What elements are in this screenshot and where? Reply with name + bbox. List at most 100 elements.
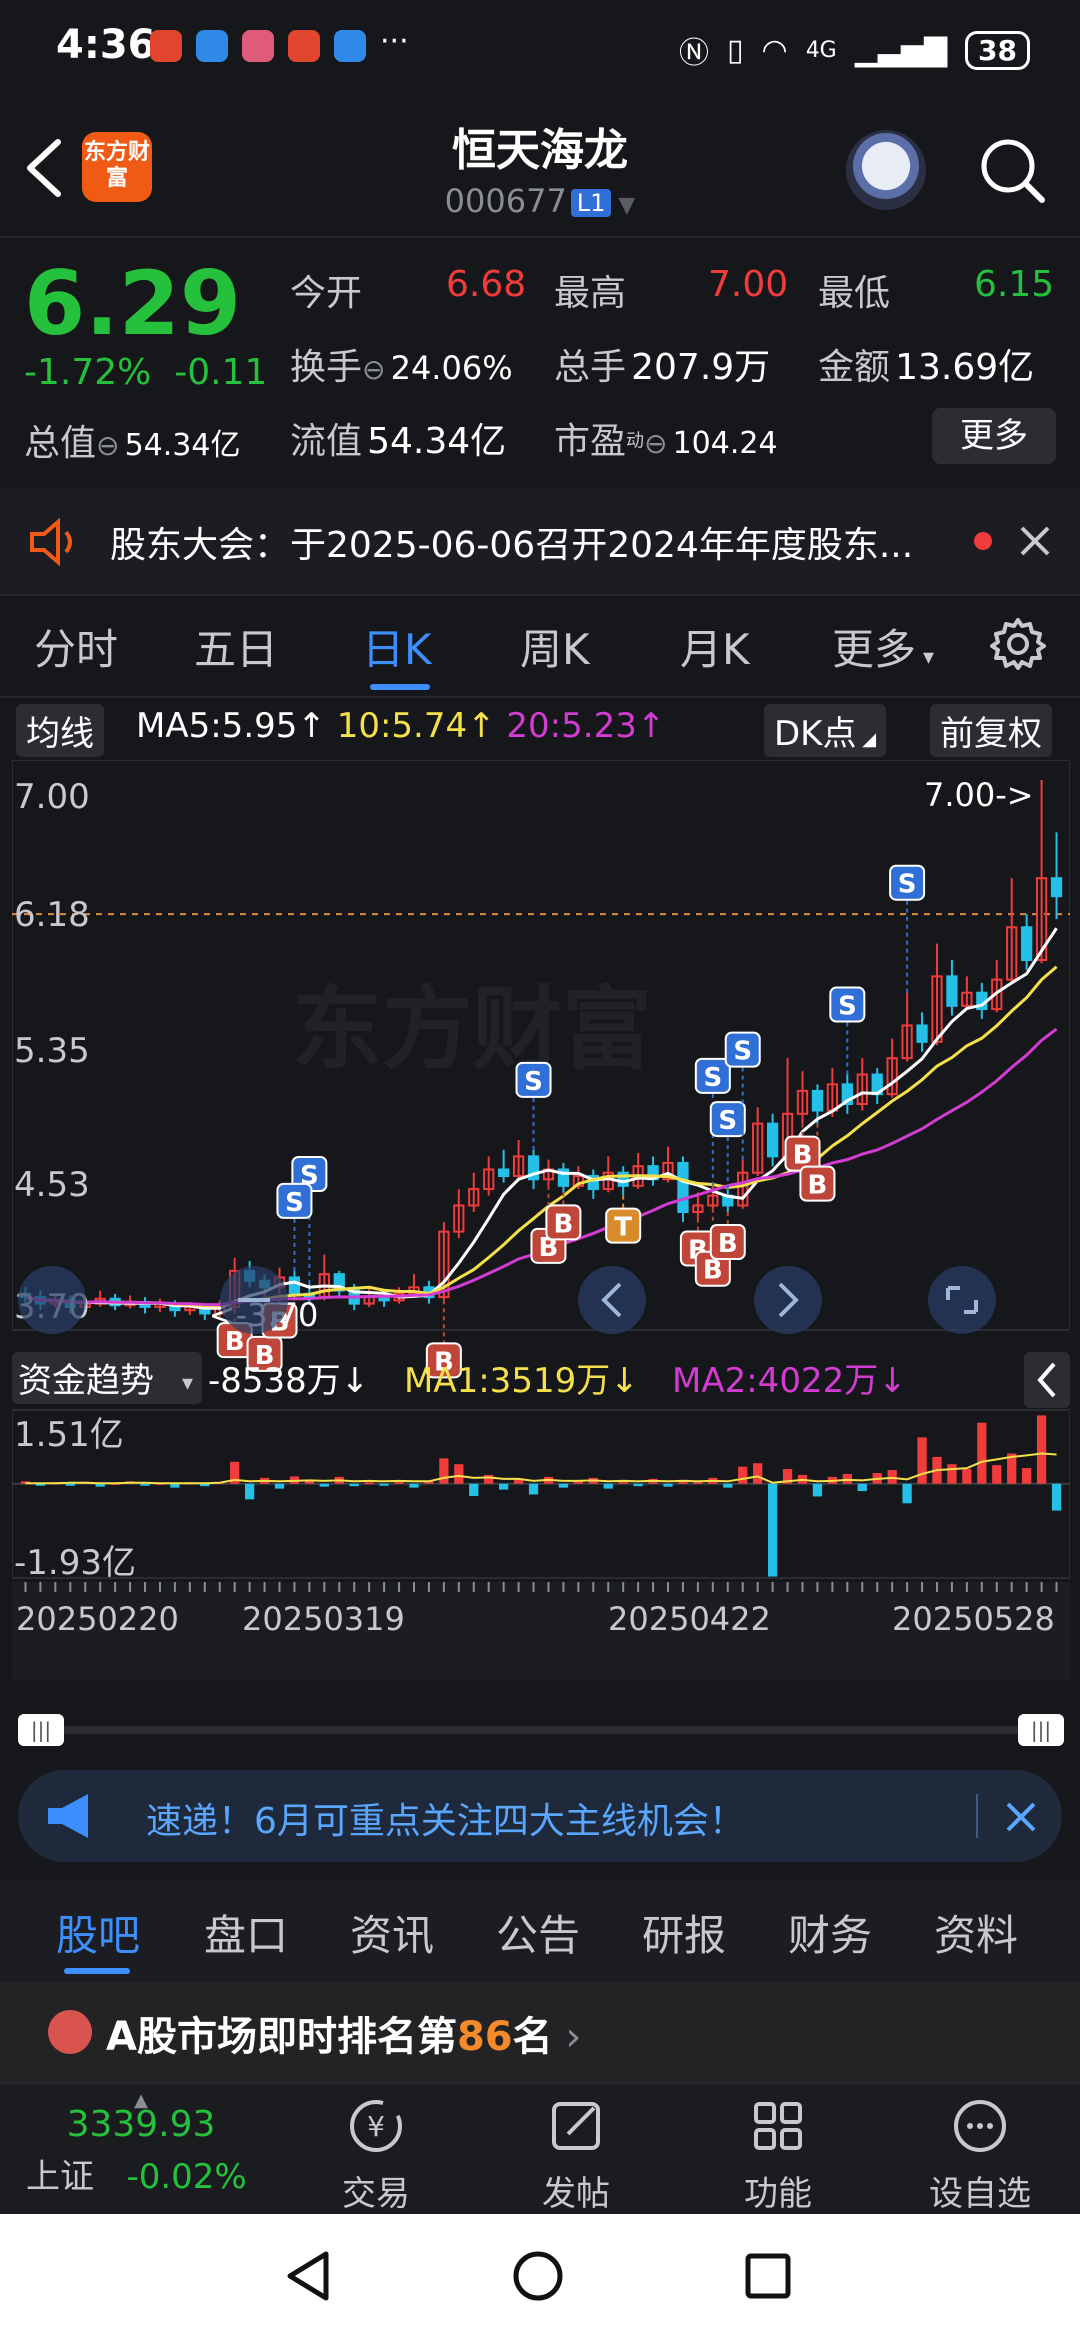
float-value: 54.34亿: [367, 421, 507, 462]
fund-ma2-value: MA2:4022万↓: [672, 1361, 907, 1401]
tab-guba[interactable]: 股吧: [56, 1902, 140, 1963]
home-circle-icon[interactable]: [508, 2246, 568, 2306]
pe-field: 市盈动⊖ 104.24: [554, 412, 778, 464]
fund-bar: [379, 1483, 389, 1486]
info-icon[interactable]: ⊖: [362, 353, 385, 386]
speaker-icon: [30, 518, 72, 566]
notice-banner[interactable]: 股东大会：于2025-06-06召开2024年年度股东...: [0, 488, 1080, 596]
candle-body: [766, 1122, 779, 1158]
chart-range-scroller[interactable]: ||| |||: [18, 1712, 1064, 1748]
back-triangle-icon[interactable]: [280, 2246, 340, 2306]
collapse-panel-button[interactable]: [1024, 1352, 1070, 1408]
assistant-robot-icon[interactable]: [846, 130, 926, 210]
volume-value: 207.9万: [631, 347, 771, 388]
fund-axis-label: -1.93亿: [14, 1543, 136, 1583]
fund-bar: [738, 1466, 748, 1484]
tab-more[interactable]: 更多 ▾: [832, 616, 934, 677]
market-rank-row[interactable]: A股市场即时排名第86名 ›: [0, 1982, 1080, 2082]
tab-five-day[interactable]: 五日: [194, 616, 278, 677]
kline-chart[interactable]: 东方财富 B BBSSBSBB TBBBSSSBBSS 7.006.185.354.…: [12, 760, 1070, 1680]
volume-field: 总手 207.9万: [554, 338, 770, 390]
adjust-button[interactable]: 前复权: [930, 704, 1052, 757]
app-notification-icon: [242, 30, 274, 62]
max-price-marker: 7.00->: [924, 776, 1034, 814]
fund-ma1-value: MA1:3519万↓: [404, 1361, 639, 1401]
fund-bar: [439, 1458, 449, 1484]
tab-research[interactable]: 研报: [642, 1902, 726, 1963]
promo-banner[interactable]: 速递！6月可重点关注四大主线机会！: [18, 1770, 1062, 1862]
tab-pankou[interactable]: 盘口: [204, 1902, 288, 1963]
tab-weekly-k[interactable]: 周K: [520, 616, 590, 677]
fund-bar: [140, 1483, 150, 1486]
more-notifications-icon: ···: [380, 24, 409, 59]
tab-daily-k[interactable]: 日K: [362, 616, 432, 677]
nav-functions-label: 功能: [744, 2174, 812, 2214]
signal-label: T: [614, 1213, 632, 1243]
ma-mode-selector[interactable]: 均线: [16, 704, 104, 757]
adjust-label: 前复权: [940, 714, 1042, 754]
fund-bar: [992, 1465, 1002, 1484]
market-cap: 总值⊖ 54.34亿: [24, 414, 240, 466]
notice-text: 股东大会：于2025-06-06召开2024年年度股东...: [110, 525, 914, 566]
date-label: 20250528: [892, 1600, 1055, 1638]
signal-label: S: [838, 992, 857, 1022]
fund-bar: [962, 1469, 972, 1484]
nav-trade[interactable]: ¥ 交易: [306, 2094, 446, 2215]
fund-bar: [753, 1463, 763, 1484]
date-label: 20250422: [608, 1600, 771, 1638]
scroll-handle-left[interactable]: |||: [18, 1714, 64, 1746]
pe-label: 市盈: [554, 421, 627, 462]
scroll-handle-right[interactable]: |||: [1018, 1714, 1064, 1746]
signal-label: B: [703, 1256, 723, 1286]
rank-suffix: 名: [512, 2014, 553, 2060]
battery-indicator: 38: [965, 30, 1030, 70]
corner-arrow-icon: ◢: [856, 729, 877, 750]
index-value: 3339.93: [66, 2104, 216, 2145]
candle-body: [498, 1168, 510, 1178]
index-ticker[interactable]: ▲ 3339.93 上证 -0.02%: [26, 2090, 256, 2198]
shield-app-icon: [196, 30, 228, 62]
search-icon[interactable]: [976, 134, 1048, 206]
tab-intraday[interactable]: 分时: [34, 616, 118, 677]
chart-fullscreen-button[interactable]: [928, 1266, 996, 1334]
chart-zoom-in-button[interactable]: [18, 1266, 86, 1334]
divider: [976, 1794, 978, 1838]
signal-label: S: [898, 870, 917, 900]
fund-bar: [902, 1483, 912, 1504]
fund-bar: [484, 1474, 494, 1484]
nav-functions[interactable]: 功能: [708, 2094, 848, 2215]
tab-profile[interactable]: 资料: [934, 1902, 1018, 1963]
more-button[interactable]: 更多: [932, 408, 1056, 464]
app-notification-icon: [150, 30, 182, 62]
chart-prev-button[interactable]: [578, 1266, 646, 1334]
info-icon[interactable]: ⊖: [96, 429, 119, 462]
gear-icon[interactable]: [990, 616, 1046, 672]
open-label: 今开: [290, 273, 363, 314]
caret-down-icon: ▾: [916, 645, 935, 670]
nav-post[interactable]: 发帖: [506, 2094, 646, 2215]
chevron-down-icon: ▼: [611, 193, 636, 218]
tab-announcements[interactable]: 公告: [496, 1902, 580, 1963]
info-icon[interactable]: ⊖: [644, 427, 667, 460]
tab-news[interactable]: 资讯: [350, 1902, 434, 1963]
pe-sup: 动: [626, 430, 645, 452]
high-value: 7.00: [708, 264, 789, 305]
active-section-indicator: [64, 1968, 130, 1974]
nav-add-watchlist[interactable]: 设自选: [910, 2094, 1050, 2215]
watermark: 东方财富: [292, 980, 652, 1080]
recents-square-icon[interactable]: [738, 2246, 798, 2306]
volume-label: 总手: [554, 347, 627, 388]
fund-bar: [319, 1483, 329, 1487]
close-icon[interactable]: [1004, 1800, 1038, 1834]
fund-bar: [767, 1483, 778, 1577]
chart-next-button[interactable]: [754, 1266, 822, 1334]
fund-trend-value: -8538万↓: [208, 1361, 369, 1401]
dk-point-button[interactable]: DK点 ◢: [764, 704, 887, 757]
signal-label: S: [285, 1188, 304, 1218]
tab-monthly-k[interactable]: 月K: [680, 616, 750, 677]
tab-finance[interactable]: 财务: [788, 1902, 872, 1963]
fund-bar: [364, 1482, 374, 1485]
ma-values: MA5:5.95↑ 10:5.74↑ 20:5.23↑: [136, 706, 665, 746]
price-axis-label: 6.18: [14, 895, 90, 935]
close-icon[interactable]: [1018, 524, 1052, 558]
